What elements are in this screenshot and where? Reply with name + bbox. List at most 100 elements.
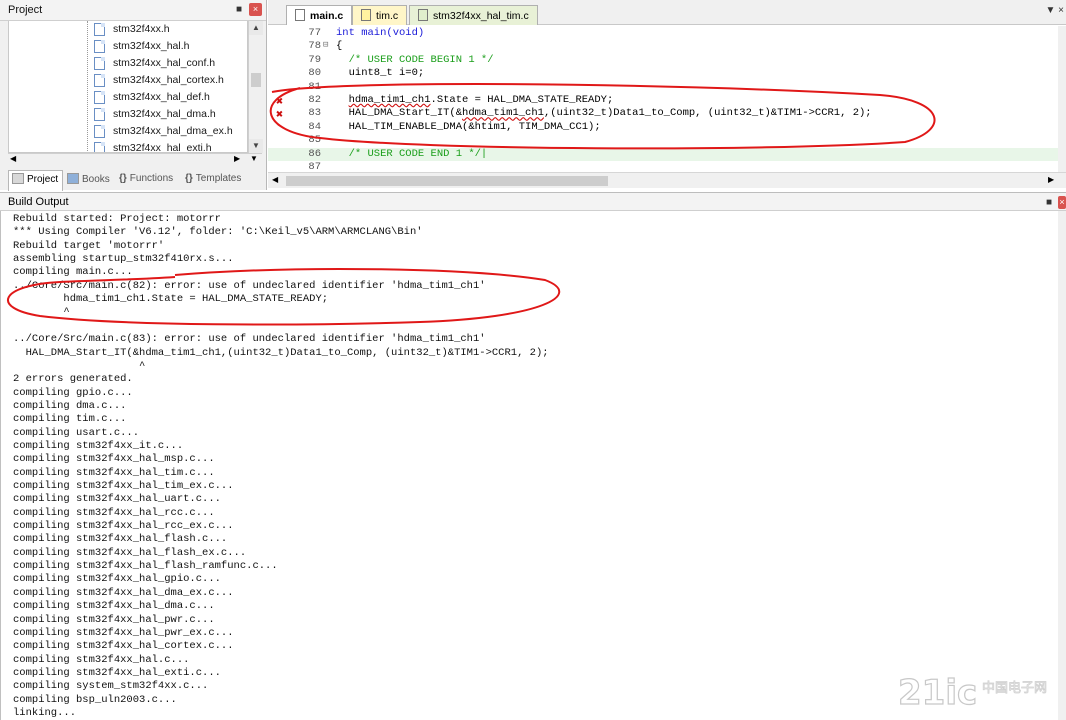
build-log-line[interactable]: compiling dma.c... [13, 400, 126, 412]
file-tree-horizontal-scrollbar[interactable]: ◀ ▶ ▼ [8, 153, 262, 167]
build-log-line[interactable]: compiling stm32f4xx_hal_flash_ramfunc.c.… [13, 560, 278, 572]
build-error-line[interactable]: ../Core/Src/main.c(83): error: use of un… [13, 333, 486, 345]
code-line[interactable]: ✖ 83 HAL_DMA_Start_IT(&hdma_tim1_ch1,(uin… [268, 107, 1058, 122]
scroll-right-icon[interactable]: ▶ [1048, 175, 1054, 184]
build-log-line[interactable]: *** Using Compiler 'V6.12', folder: 'C:\… [13, 226, 423, 238]
line-number: 77 [308, 27, 321, 39]
build-log-line[interactable]: compiling tim.c... [13, 413, 126, 425]
scroll-down-icon[interactable]: ▼ [250, 154, 258, 163]
build-log-line[interactable]: compiling stm32f4xx_hal_pwr_ex.c... [13, 627, 234, 639]
build-output-scrollbar[interactable] [1058, 211, 1066, 720]
tree-file-item[interactable]: stm32f4xx_hal_exti.h [9, 140, 247, 152]
build-log-line[interactable]: compiling stm32f4xx_hal.c... [13, 654, 189, 666]
scroll-right-icon[interactable]: ▶ [234, 154, 240, 163]
pin-icon[interactable]: ■ [236, 4, 242, 15]
line-number: 85 [308, 134, 321, 147]
code-line[interactable]: 84 HAL_TIM_ENABLE_DMA(&htim1, TIM_DMA_CC… [268, 121, 1058, 134]
build-log-line[interactable]: compiling stm32f4xx_hal_dma.c... [13, 600, 215, 612]
project-icon [12, 173, 24, 184]
code-line[interactable]: 87 [268, 161, 1058, 172]
tree-file-item[interactable]: stm32f4xx.h [9, 21, 247, 38]
build-log-line[interactable]: compiling stm32f4xx_hal_dma_ex.c... [13, 587, 234, 599]
scroll-thumb[interactable] [251, 73, 261, 87]
code-line[interactable]: ✖ 82 hdma_tim1_ch1.State = HAL_DMA_STATE_… [268, 94, 1058, 109]
tab-stm32f4xx-hal-tim-c[interactable]: stm32f4xx_hal_tim.c [409, 5, 538, 25]
scroll-up-icon[interactable]: ▲ [249, 21, 263, 35]
build-log-line[interactable]: hdma_tim1_ch1.State = HAL_DMA_STATE_READ… [13, 293, 328, 305]
build-log-line[interactable]: Rebuild started: Project: motorrr [13, 213, 221, 225]
build-log-line[interactable]: compiling stm32f4xx_hal_rcc.c... [13, 507, 215, 519]
panel-tab-strip: Project Books {} Functions {} Templates [8, 170, 263, 191]
code-line[interactable]: 81 [268, 81, 1058, 94]
build-log-line[interactable]: compiling stm32f4xx_hal_tim_ex.c... [13, 480, 234, 492]
code-text: /* USER CODE BEGIN 1 */ [336, 53, 494, 66]
tree-file-item[interactable]: stm32f4xx_hal_dma_ex.h [9, 123, 247, 140]
build-log-line[interactable]: compiling stm32f4xx_hal_pwr.c... [13, 614, 215, 626]
code-line[interactable]: 80 uint8_t i=0; [268, 67, 1058, 80]
scroll-left-icon[interactable]: ◀ [272, 175, 278, 184]
close-icon[interactable]: × [1058, 196, 1066, 209]
build-error-line[interactable]: ../Core/Src/main.c(82): error: use of un… [13, 280, 486, 292]
build-log-line[interactable]: compiling stm32f4xx_hal_tim.c... [13, 467, 215, 479]
scroll-down-icon[interactable]: ▼ [249, 139, 263, 153]
build-log-line[interactable]: linking... [13, 707, 76, 719]
tab-functions[interactable]: {} Functions [116, 170, 176, 191]
code-line[interactable]: 78 ⊟ { [268, 40, 1058, 53]
tab-books[interactable]: Books [64, 170, 113, 191]
build-log-line[interactable]: compiling main.c... [13, 266, 133, 278]
build-log-line[interactable]: compiling stm32f4xx_hal_uart.c... [13, 493, 221, 505]
tree-file-item[interactable]: stm32f4xx_hal_dma.h [9, 106, 247, 123]
code-area[interactable]: 77 int main(void) 78 ⊟ {79 /* USER CODE BEGI… [268, 26, 1058, 172]
build-log-line[interactable]: compiling stm32f4xx_hal_flash.c... [13, 533, 227, 545]
undeclared-identifier[interactable]: hdma_tim1_ch1 [462, 107, 544, 119]
tree-file-item[interactable]: stm32f4xx_hal_cortex.h [9, 72, 247, 89]
build-log-line[interactable]: compiling gpio.c... [13, 387, 133, 399]
build-log-line[interactable]: ^ [13, 306, 69, 318]
build-log-line[interactable]: compiling stm32f4xx_hal_gpio.c... [13, 573, 221, 585]
tab-label: Books [82, 174, 110, 185]
scroll-thumb[interactable] [286, 176, 608, 186]
undeclared-identifier[interactable]: hdma_tim1_ch1 [349, 94, 431, 106]
code-line[interactable]: 79 /* USER CODE BEGIN 1 */ [268, 54, 1058, 67]
file-tree-vertical-scrollbar[interactable]: ▲ ▼ [248, 21, 263, 153]
editor-horizontal-scrollbar[interactable]: ◀ ▶ [268, 172, 1066, 188]
build-log-line[interactable]: compiling stm32f4xx_hal_exti.c... [13, 667, 221, 679]
tree-file-item[interactable]: stm32f4xx_hal_conf.h [9, 55, 247, 72]
code-line[interactable]: 86 /* USER CODE END 1 */| [268, 147, 1058, 161]
build-log-line[interactable]: Rebuild target 'motorrr' [13, 240, 164, 252]
line-number: 86 [308, 147, 321, 160]
code-text: uint8_t i=0; [336, 67, 425, 80]
build-log-line[interactable]: compiling stm32f4xx_hal_flash_ex.c... [13, 547, 246, 559]
build-output-log[interactable]: Rebuild started: Project: motorrr *** Usi… [0, 211, 1058, 720]
tab-project[interactable]: Project [8, 170, 64, 191]
build-log-line[interactable]: compiling stm32f4xx_it.c... [13, 440, 183, 452]
build-log-line[interactable]: HAL_DMA_Start_IT(&hdma_tim1_ch1,(uint32_… [13, 347, 549, 359]
scroll-left-icon[interactable]: ◀ [10, 154, 16, 163]
build-log-line[interactable]: compiling stm32f4xx_hal_msp.c... [13, 453, 215, 465]
pin-icon[interactable]: ■ [1046, 197, 1052, 208]
tab-main-c[interactable]: main.c [286, 5, 353, 25]
build-log-line[interactable]: ^ [13, 360, 145, 372]
build-log-line[interactable]: compiling stm32f4xx_hal_rcc_ex.c... [13, 520, 234, 532]
file-icon [94, 142, 105, 152]
build-error-line[interactable]: 2 errors generated. [13, 373, 133, 385]
svg-text:21ic: 21ic [898, 673, 977, 712]
build-log-line[interactable]: compiling stm32f4xx_hal_cortex.c... [13, 640, 234, 652]
build-log-line[interactable]: compiling system_stm32f4xx.c... [13, 680, 208, 692]
tab-tim-c[interactable]: tim.c [352, 5, 408, 25]
tree-file-label: stm32f4xx.h [113, 23, 170, 35]
code-line[interactable]: 77 int main(void) [268, 27, 1058, 40]
build-log-line[interactable]: compiling usart.c... [13, 427, 139, 439]
tree-file-item[interactable]: stm32f4xx_hal.h [9, 38, 247, 55]
tree-file-item[interactable]: stm32f4xx_hal_def.h [9, 89, 247, 106]
code-line[interactable]: 85 [268, 134, 1058, 147]
code-text: HAL_TIM_ENABLE_DMA(&htim1, TIM_DMA_CC1); [336, 120, 601, 133]
close-icon[interactable]: × [249, 3, 262, 16]
build-log-line[interactable]: compiling bsp_uln2003.c... [13, 694, 177, 706]
tab-templates[interactable]: {} Templates [182, 170, 244, 191]
build-log-line[interactable]: assembling startup_stm32f410rx.s... [13, 253, 234, 265]
fold-toggle-icon[interactable]: ⊟ [323, 40, 331, 50]
tab-list-dropdown-icon[interactable]: ▼ × [1045, 5, 1064, 16]
file-icon [361, 9, 371, 21]
editor-vertical-scrollbar[interactable] [1058, 26, 1066, 172]
